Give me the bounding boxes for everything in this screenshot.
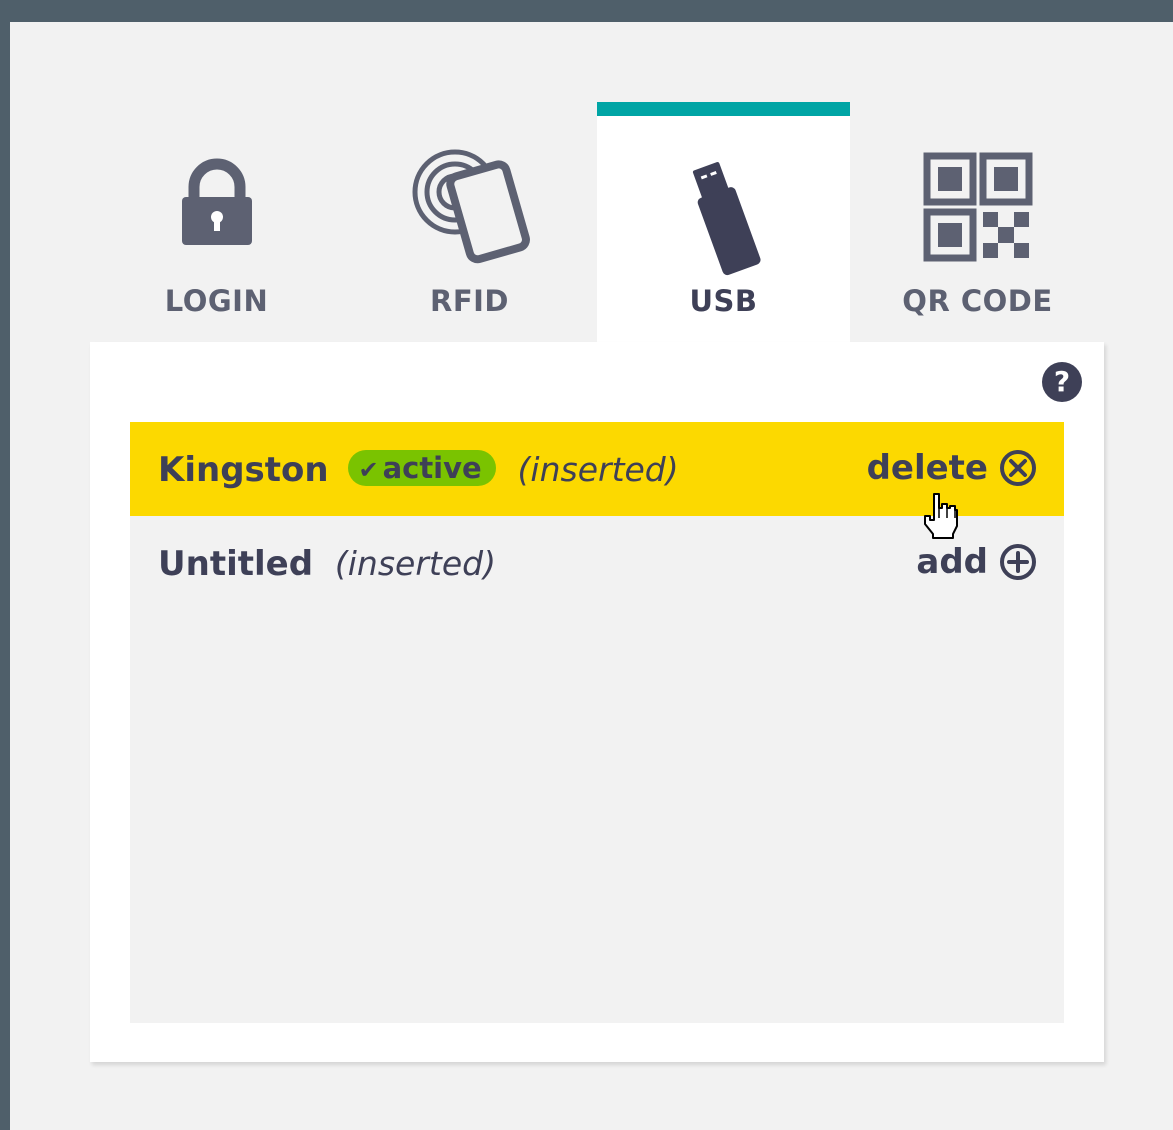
qr-code-icon bbox=[851, 142, 1104, 272]
delete-button-label: delete bbox=[866, 448, 988, 488]
tab-qr-code-label: QR CODE bbox=[902, 284, 1053, 318]
add-button-label: add bbox=[916, 542, 988, 582]
add-button[interactable]: add bbox=[916, 542, 1038, 582]
hand-pointer-cursor-icon bbox=[924, 493, 958, 539]
tab-usb[interactable]: USB bbox=[597, 102, 850, 342]
usb-drive-icon bbox=[597, 152, 850, 282]
status-badge-label: active bbox=[382, 451, 482, 485]
delete-button[interactable]: delete bbox=[867, 448, 1038, 488]
device-name: Untitled bbox=[158, 544, 314, 584]
tab-rfid-label: RFID bbox=[429, 284, 509, 318]
tab-usb-label: USB bbox=[689, 284, 758, 318]
help-icon[interactable]: ? bbox=[1042, 362, 1082, 402]
lock-icon bbox=[90, 142, 343, 272]
tab-login-label: LOGIN bbox=[164, 284, 269, 318]
tab-login[interactable]: LOGIN bbox=[90, 102, 343, 342]
rfid-card-icon bbox=[343, 142, 596, 272]
tab-rfid[interactable]: RFID bbox=[343, 102, 596, 342]
delete-circle-x-icon bbox=[1000, 450, 1036, 486]
status-badge: ✔ active bbox=[348, 450, 496, 486]
device-state: (inserted) bbox=[517, 450, 679, 489]
tab-qr-code[interactable]: QR CODE bbox=[851, 102, 1104, 342]
add-circle-plus-icon bbox=[1000, 544, 1036, 580]
device-state: (inserted) bbox=[334, 544, 496, 583]
tab-bar: LOGIN RFID USB QR CODE bbox=[90, 102, 1104, 342]
check-icon: ✔ bbox=[358, 456, 379, 484]
device-name: Kingston bbox=[158, 450, 329, 490]
usb-devices-panel: ? Kingston ✔ active (inserted) delete Unt… bbox=[90, 342, 1104, 1062]
